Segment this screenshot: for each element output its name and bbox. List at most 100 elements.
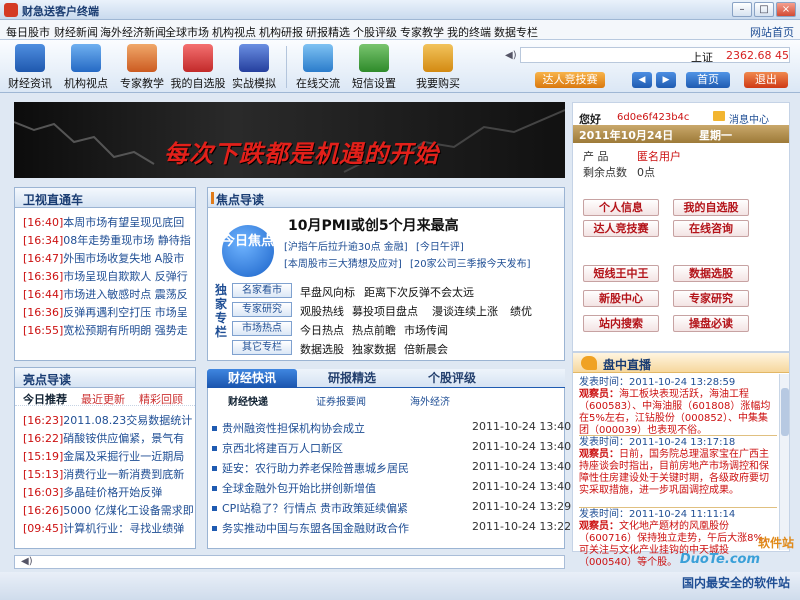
list-item[interactable]: [16:55]宽松预期有所明朗 强势走 [15,322,195,340]
personal-info-button[interactable]: 个人信息 [583,199,659,216]
menu-item-stock-rating[interactable]: 个股评级 [353,24,397,40]
close-button[interactable]: × [776,2,796,17]
subtab-finance-delivery[interactable]: 财经快递 [228,393,268,408]
table-row[interactable]: CPI站稳了？行情点 贵市政策延续偏紧 2011-10-24 13:29:58 [210,500,589,518]
bullet-icon [212,426,217,431]
live-scrollbar[interactable] [779,374,789,550]
site-home-link[interactable]: 网站首页 [750,24,794,40]
column-link[interactable]: 独家数据 [352,341,396,357]
vip-contest-button[interactable]: 达人竞技赛 [535,72,605,88]
satellite-list: [16:40]本周市场有望呈现见底回 [16:34]08年走势重现市场 静待指 … [15,208,195,340]
bullet-icon [212,486,217,491]
short-term-button[interactable]: 短线王中王 [583,265,659,282]
table-row[interactable]: 全球金融外包开始比拼创新增值 2011-10-24 13:40:34 [210,480,589,498]
menu-item-institution-report[interactable]: 机构研报 [259,24,303,40]
table-row[interactable]: 延安：农行助力养老保险普惠城乡居民 2011-10-24 13:40:34 [210,460,589,478]
focus-headline[interactable]: 10月PMI或创5个月来最高 [288,215,459,235]
contest-button[interactable]: 达人竞技赛 [583,220,659,237]
column-button-masters[interactable]: 名家看市 [232,283,292,298]
home-button[interactable]: 首页 [686,72,730,88]
toolbar-my-stocks[interactable]: 我的自选股 [170,44,226,91]
online-consult-button[interactable]: 在线咨询 [673,220,749,237]
list-item[interactable]: [16:23]2011.08.23交易数据统计 [15,412,195,430]
list-item[interactable]: [16:26]5000 亿煤化工设备需求即 [15,502,195,520]
subtab-overseas-economy[interactable]: 海外经济 [410,393,450,408]
minimize-button[interactable]: – [732,2,752,17]
ad-banner[interactable]: 每次下跌都是机遇的开始 [14,102,565,178]
tab-finance-express[interactable]: 财经快讯 [207,369,297,388]
maximize-button[interactable]: □ [754,2,774,17]
app-logo-icon [4,3,18,17]
scrollbar-thumb[interactable] [781,388,789,436]
list-item[interactable]: [15:13]消费行业一新消费到底新 [15,466,195,484]
column-link[interactable]: 距离下次反弹不会太远 [364,284,474,300]
column-button-hotspot[interactable]: 市场热点 [232,321,292,336]
toolbar-online-chat[interactable]: 在线交流 [290,44,346,91]
tab-recent-update[interactable]: 最近更新 [81,391,125,407]
ipo-center-button[interactable]: 新股中心 [583,290,659,307]
column-link[interactable]: 募投项目盘点 [352,303,418,319]
exit-button[interactable]: 退出 [744,72,788,88]
column-button-other[interactable]: 其它专栏 [232,340,292,355]
table-row[interactable]: 务实推动中国与东盟各国金融财政合作 2011-10-24 13:22:52 [210,520,589,538]
my-stocks-button[interactable]: 我的自选股 [673,199,749,216]
expert-research-button[interactable]: 专家研究 [673,290,749,307]
list-item[interactable]: [16:22]硝酸铵供应偏紧，景气有 [15,430,195,448]
toolbar-buy[interactable]: 我要购买 [410,44,466,91]
list-item[interactable]: [16:47]外围市场收复失地 A股市 [15,250,195,268]
menu-item-daily[interactable]: 每日股市 [6,24,50,40]
toolbar-sms-settings[interactable]: 短信设置 [346,44,402,91]
data-select-button[interactable]: 数据选股 [673,265,749,282]
column-link[interactable]: 数据选股 [300,341,344,357]
list-item[interactable]: [16:36]市场呈现自欺欺人 反弹行 [15,268,195,286]
forward-button[interactable]: ▶ [656,72,676,88]
list-item[interactable]: [15:19]金属及采掘行业一近期局 [15,448,195,466]
list-item[interactable]: [16:40]本周市场有望呈现见底回 [15,214,195,232]
subtab-securities-news[interactable]: 证券报要闻 [316,393,366,408]
trading-guide-button[interactable]: 操盘必读 [673,315,749,332]
speaker-icon[interactable]: ◀) [505,50,517,61]
tab-today-recommend[interactable]: 今日推荐 [23,391,67,407]
menu-item-global-market[interactable]: 全球市场 [165,24,209,40]
toolbar-expert-class[interactable]: 专家教学 [114,44,170,91]
column-link[interactable]: 早盘风向标 [300,284,355,300]
column-button-expert[interactable]: 专家研究 [232,302,292,317]
focus-sub-link-4[interactable]: [20家公司三季报今天发布] [410,255,531,270]
site-search-button[interactable]: 站内搜索 [583,315,659,332]
today-focus-badge: 今日焦点 [222,225,274,277]
column-link[interactable]: 市场传闻 [404,322,448,338]
list-item[interactable]: [16:44]市场进入敏感时点 震荡反 [15,286,195,304]
tab-highlights-review[interactable]: 精彩回顾 [139,391,183,407]
menu-item-institution-view[interactable]: 机构视点 [212,24,256,40]
list-item[interactable]: [16:03]多晶硅价格开始反弹 [15,484,195,502]
menu-item-finance-news[interactable]: 财经新闻 [54,24,98,40]
list-item[interactable]: [16:36]反弹再遇利空打压 市场呈 [15,304,195,322]
focus-sub-link-2[interactable]: [今日午评] [416,238,464,253]
focus-sub-link-3[interactable]: [本周股市三大猜想及应对] [284,255,402,270]
toolbar-finance-info[interactable]: 财经资讯 [2,44,58,91]
column-link[interactable]: 热点前瞻 [352,322,396,338]
column-link[interactable]: 观股热线 [300,303,344,319]
menu-item-overseas-news[interactable]: 海外经济新闻 [100,24,166,40]
toolbar-institution-view[interactable]: 机构视点 [58,44,114,91]
menu-item-expert-class[interactable]: 专家教学 [400,24,444,40]
satellite-title: 卫视直通车 [23,193,84,207]
list-item[interactable]: [09:45]计算机行业：寻找业绩弹 [15,520,195,538]
menu-item-report-select[interactable]: 研报精选 [306,24,350,40]
back-button[interactable]: ◀ [632,72,652,88]
message-center-link[interactable]: 消息中心 [729,111,769,126]
list-item[interactable]: [16:34]08年走势重现市场 静待指 [15,232,195,250]
tab-report-select[interactable]: 研报精选 [307,369,397,388]
menu-item-data-column[interactable]: 数据专栏 [494,24,538,40]
column-link[interactable]: 今日热点 [300,322,344,338]
tab-stock-rating[interactable]: 个股评级 [407,369,497,388]
column-link[interactable]: 漫谈连续上涨 [432,303,498,319]
focus-sub-link-1[interactable]: [沪指午后拉升逾30点 金融] [284,238,408,253]
toolbar-simulation[interactable]: 实战模拟 [226,44,282,91]
column-link[interactable]: 绩优 [510,303,532,319]
table-row[interactable]: 京西北将建百万人口新区 2011-10-24 13:40:34 [210,440,589,458]
menu-item-my-terminal[interactable]: 我的终端 [447,24,491,40]
table-row[interactable]: 贵州融资性担保机构协会成立 2011-10-24 13:40:34 [210,420,589,438]
column-link[interactable]: 倍新晨会 [404,341,448,357]
speaker-icon[interactable]: ◀) [21,556,33,567]
